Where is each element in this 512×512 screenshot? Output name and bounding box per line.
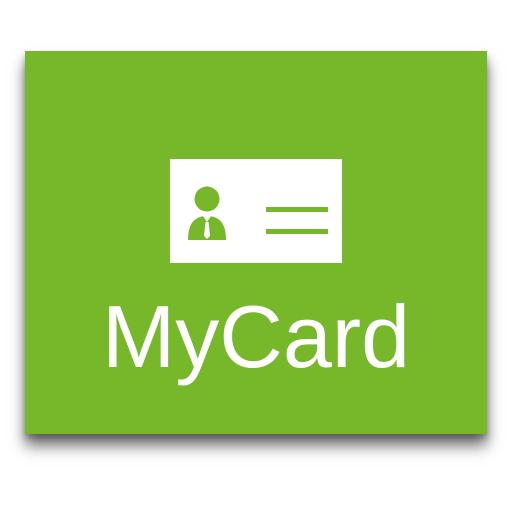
card-line-2: [266, 229, 328, 234]
card-line-1: [266, 207, 328, 212]
person-head-icon: [194, 186, 220, 212]
screen: MyCard: [0, 0, 512, 512]
id-card-icon: [170, 159, 342, 263]
app-name-label: MyCard: [101, 287, 411, 386]
mycard-app-icon[interactable]: MyCard: [25, 51, 487, 434]
id-card-graphic: [188, 186, 328, 240]
